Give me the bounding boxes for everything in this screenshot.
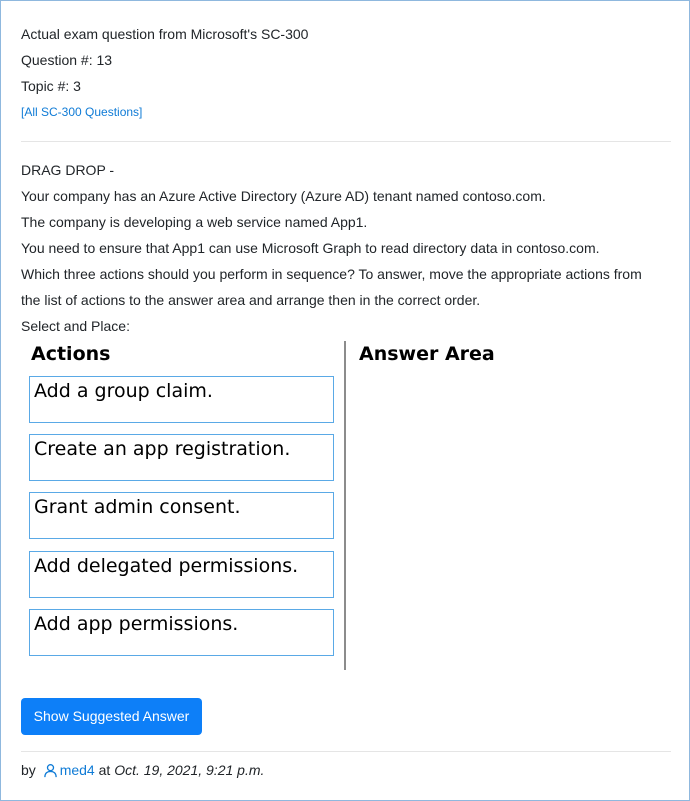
- select-and-place-label: Select and Place:: [21, 318, 130, 334]
- question-text-line: Your company has an Azure Active Directo…: [21, 188, 546, 204]
- by-label: by: [21, 762, 36, 778]
- column-separator: [344, 341, 346, 670]
- question-text-line: The company is developing a web service …: [21, 214, 368, 230]
- action-item-grant-admin-consent[interactable]: Grant admin consent.: [29, 492, 334, 539]
- answer-area-heading: Answer Area: [359, 343, 495, 365]
- question-text-line: Which three actions should you perform i…: [21, 266, 642, 282]
- footer-divider: [21, 751, 671, 752]
- action-item-add-app-permissions[interactable]: Add app permissions.: [29, 609, 334, 656]
- at-label: at: [98, 762, 111, 778]
- question-text-line: the list of actions to the answer area a…: [21, 292, 481, 308]
- author-link[interactable]: med4: [60, 762, 95, 778]
- drag-drop-area: Actions Answer Area Add a group claim. C…: [29, 341, 499, 671]
- question-type: DRAG DROP -: [21, 162, 115, 178]
- question-body: DRAG DROP - Your company has an Azure Ac…: [21, 157, 671, 339]
- question-card: Actual exam question from Microsoft's SC…: [0, 0, 690, 801]
- show-suggested-answer-button[interactable]: Show Suggested Answer: [21, 698, 202, 735]
- action-item-add-group-claim[interactable]: Add a group claim.: [29, 376, 334, 423]
- all-questions-link[interactable]: [All SC-300 Questions]: [21, 101, 671, 123]
- header-divider: [21, 141, 671, 142]
- post-footer: by med4 at Oct. 19, 2021, 9:21 p.m.: [21, 759, 264, 781]
- topic-number: Topic #: 3: [21, 78, 81, 94]
- actions-heading: Actions: [31, 343, 111, 365]
- action-item-create-app-registration[interactable]: Create an app registration.: [29, 434, 334, 481]
- question-text-line: You need to ensure that App1 can use Mic…: [21, 240, 600, 256]
- user-icon: [43, 762, 58, 778]
- post-date: Oct. 19, 2021, 9:21 p.m.: [114, 762, 265, 778]
- question-header: Actual exam question from Microsoft's SC…: [21, 21, 671, 123]
- action-item-add-delegated-permissions[interactable]: Add delegated permissions.: [29, 551, 334, 598]
- question-number: Question #: 13: [21, 52, 113, 68]
- exam-title: Actual exam question from Microsoft's SC…: [21, 26, 309, 42]
